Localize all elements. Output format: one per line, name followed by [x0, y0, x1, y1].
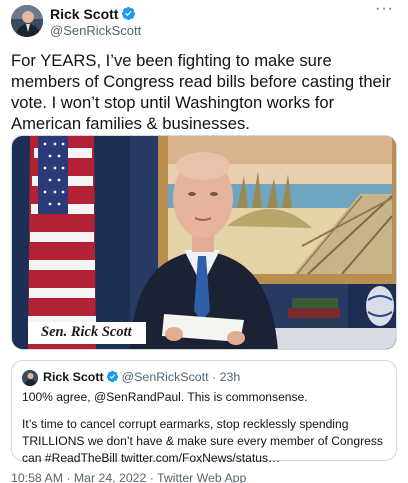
tweet-timestamp[interactable]: 10:58 AM · Mar 24, 2022 · Twitter Web Ap… [11, 471, 246, 483]
us-flag-graphic [28, 136, 96, 349]
tweet: Rick Scott @SenRickScott ··· For YEARS, … [0, 0, 408, 483]
quote-author-handle[interactable]: @SenRickScott [122, 370, 209, 384]
quote-separator: · [209, 370, 220, 384]
quoted-tweet[interactable]: Rick Scott @SenRickScott · 23h 100% agree… [11, 360, 397, 465]
quote-verified-badge-icon [106, 370, 119, 383]
quote-separator-dot: · [212, 370, 217, 384]
quote-text: 100% agree, @SenRandPaul. This is common… [22, 389, 392, 467]
author-name-row[interactable]: Rick Scott [50, 6, 136, 23]
author-handle[interactable]: @SenRickScott [50, 23, 141, 39]
more-options-icon[interactable]: ··· [375, 1, 394, 17]
quote-paragraph-gap [22, 406, 392, 416]
quote-timestamp[interactable]: 23h [220, 370, 241, 384]
quote-author-name[interactable]: Rick Scott [43, 370, 104, 384]
author-avatar[interactable] [11, 5, 43, 37]
tweet-video[interactable]: Sen. Rick Scott [11, 135, 397, 350]
quote-header: Rick Scott @SenRickScott · 23h [43, 370, 240, 385]
quote-text-para2: It’s time to cancel corrupt earmarks, st… [22, 417, 383, 465]
quote-author-avatar[interactable] [22, 370, 38, 386]
tweet-text: For YEARS, I’ve been fighting to make su… [11, 51, 391, 133]
author-name[interactable]: Rick Scott [50, 6, 118, 22]
quote-text-line1: 100% agree, @SenRandPaul. This is common… [22, 390, 308, 404]
video-caption: Sen. Rick Scott [28, 322, 146, 344]
verified-badge-icon [121, 6, 136, 21]
